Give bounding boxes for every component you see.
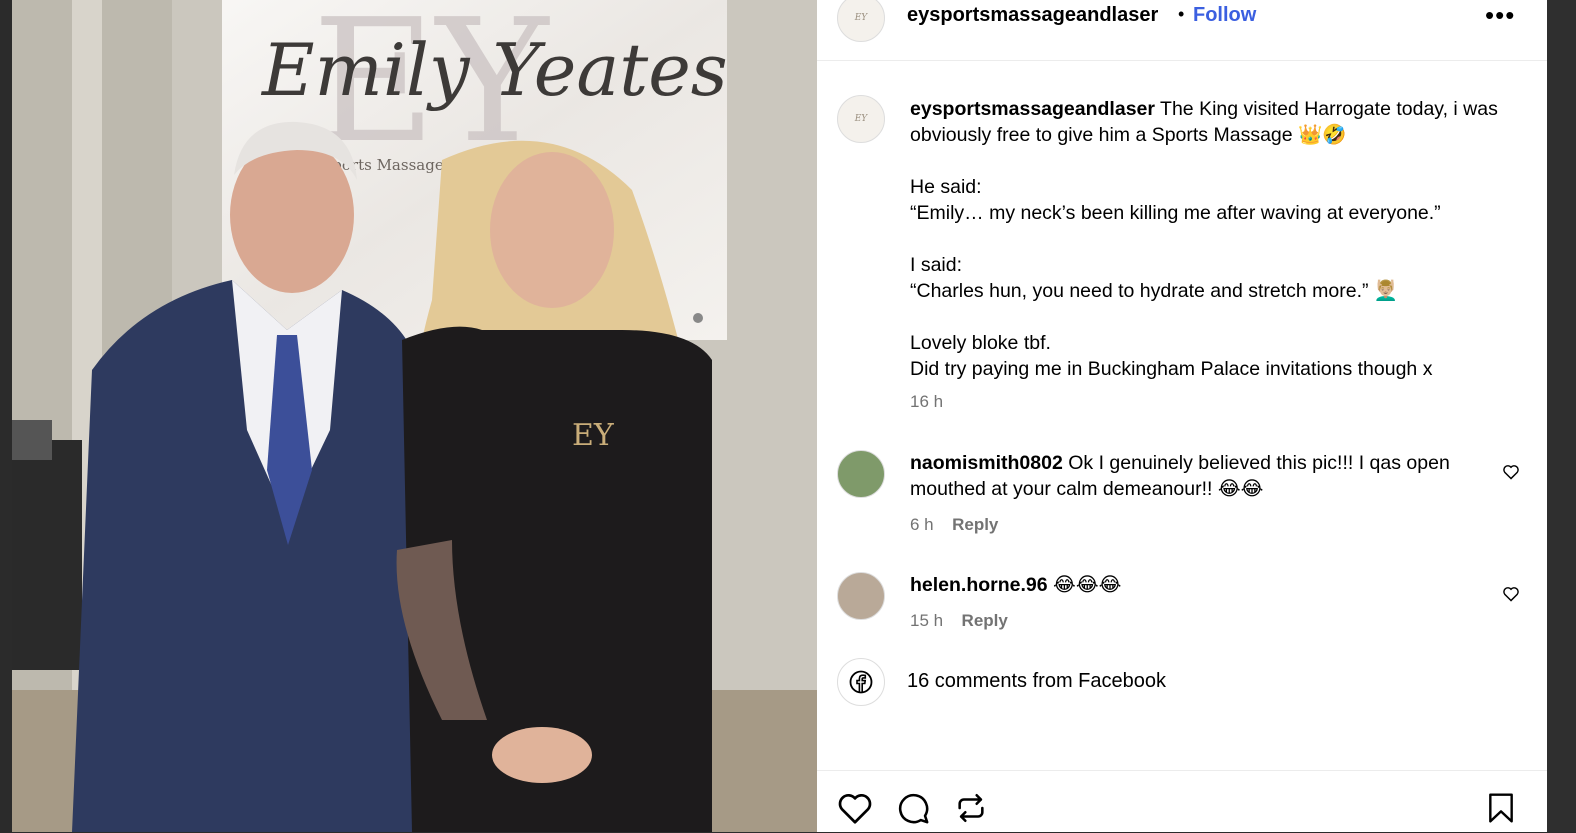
reply-button[interactable]: Reply — [952, 515, 998, 534]
comment-username[interactable]: naomismith0802 — [910, 452, 1063, 474]
comment-text: 😂😂😂 — [1053, 574, 1122, 596]
caption-line-2: He said: — [910, 176, 982, 198]
avatar-monogram: EY — [854, 12, 868, 23]
commenter-avatar[interactable] — [837, 450, 885, 498]
caption-line-6: Lovely bloke tbf. — [910, 332, 1051, 354]
post-header: EY eysportsmassageandlaser • Follow ••• — [817, 0, 1547, 61]
like-comment-icon[interactable] — [1502, 586, 1520, 602]
post-side-panel: EY eysportsmassageandlaser • Follow ••• … — [817, 0, 1547, 832]
sign-script: Emily Yeates — [260, 28, 728, 112]
post-caption: eysportsmassageandlaser The King visited… — [910, 96, 1510, 415]
like-comment-icon[interactable] — [1502, 464, 1520, 480]
comment-icon[interactable] — [895, 791, 931, 825]
repost-icon[interactable] — [954, 791, 988, 825]
follow-button[interactable]: Follow — [1193, 4, 1256, 27]
photo-illustration: EY Emily Yeates Sports Massage & Laser E… — [12, 0, 817, 832]
caption-username[interactable]: eysportsmassageandlaser — [910, 98, 1155, 120]
heart-icon[interactable] — [837, 791, 873, 825]
caption-line-4: I said: — [910, 254, 963, 276]
facebook-comments-link[interactable]: 16 comments from Facebook — [907, 670, 1166, 693]
commenter-avatar[interactable] — [837, 572, 885, 620]
bookmark-icon[interactable] — [1485, 791, 1517, 825]
post-photo[interactable]: EY Emily Yeates Sports Massage & Laser E… — [12, 0, 817, 832]
caption-timestamp[interactable]: 16 h — [910, 392, 943, 411]
shirt-logo: EY — [572, 418, 615, 453]
avatar-monogram: EY — [854, 113, 868, 124]
caption-avatar[interactable]: EY — [837, 95, 885, 143]
facebook-icon — [837, 658, 885, 706]
action-bar — [817, 770, 1547, 833]
caption-line-3: “Emily… my neck’s been killing me after … — [910, 202, 1441, 224]
author-username[interactable]: eysportsmassageandlaser — [907, 4, 1158, 27]
comment-username[interactable]: helen.horne.96 — [910, 574, 1048, 596]
comment-timestamp[interactable]: 6 h — [910, 515, 934, 534]
facebook-comments-row[interactable]: 16 comments from Facebook — [837, 658, 1437, 706]
caption-line-7: Did try paying me in Buckingham Palace i… — [910, 358, 1433, 380]
more-options-icon[interactable]: ••• — [1485, 0, 1515, 31]
reply-button[interactable]: Reply — [962, 611, 1008, 630]
comment-timestamp[interactable]: 15 h — [910, 611, 943, 630]
caption-line-5: “Charles hun, you need to hydrate and st… — [910, 280, 1399, 302]
header-separator: • — [1178, 4, 1185, 24]
window-edge — [1547, 0, 1576, 832]
author-avatar[interactable]: EY — [837, 0, 885, 42]
